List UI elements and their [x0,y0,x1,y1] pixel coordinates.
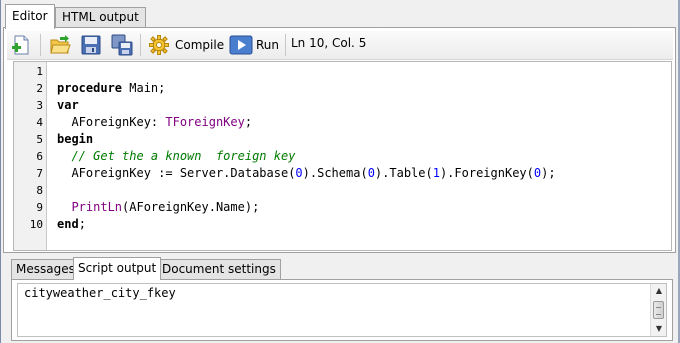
code-token: ).Table( [374,166,433,180]
line-number: 10 [29,218,43,231]
scroll-down-arrow-icon[interactable]: ▼ [651,322,667,336]
toolbar-separator [140,34,141,56]
tab-editor[interactable]: Editor [5,4,55,29]
open-folder-icon [49,34,71,56]
tab-html-output[interactable]: HTML output [55,7,146,28]
code-token: (AForeignKey.Name); [122,200,260,214]
code-token: 0 [295,166,303,180]
toolbar-separator [285,34,286,56]
code-editor[interactable]: 1 2 3 4 5 6 7 8 9 10 procedure Main; var AForeignK… [13,61,672,251]
line-number: 8 [36,184,43,197]
code-line: begin [57,131,93,148]
code-token: 0 [367,166,375,180]
save-all-icon [111,34,133,56]
save-all-button[interactable] [111,33,133,57]
line-number: 6 [36,150,43,163]
code-line: AForeignKey := Server.Database(0).Schema… [57,165,556,182]
code-token: TForeignKey [165,115,245,129]
scroll-thumb[interactable] [653,301,664,319]
open-button[interactable] [49,33,71,57]
play-icon [229,34,253,56]
application-window: Editor HTML output Compile Run Ln 10, Co… [0,0,680,343]
cursor-position: Ln 10, Col. 5 [291,36,367,50]
line-number: 2 [36,82,43,95]
code-token: procedure [57,81,123,95]
code-token: ; [244,115,253,129]
code-token: end [57,217,79,231]
code-token: ).ForeignKey( [439,166,534,180]
save-button[interactable] [80,33,102,57]
code-line: end; [57,216,86,233]
run-button[interactable]: Run [229,33,279,57]
code-token: ; [78,217,86,231]
tab-document-settings[interactable]: Document settings [157,259,281,279]
output-scrollbar[interactable]: ▲ ▼ [650,284,666,336]
save-icon [80,34,102,56]
code-line: procedure Main; [57,80,165,97]
tab-script-output[interactable]: Script output [73,257,162,280]
compile-button[interactable]: Compile [148,33,224,57]
code-token: PrintLn [71,200,123,214]
new-button[interactable] [10,33,32,57]
line-number: 5 [36,133,43,146]
script-output-box[interactable]: cityweather_city_fkey ▲ ▼ [17,283,667,337]
code-token: begin [57,132,94,146]
new-document-icon [10,34,32,56]
gear-icon [148,34,170,56]
code-token: // Get the a known foreign key [57,149,296,163]
line-number: 7 [36,167,43,180]
line-number: 3 [36,99,43,112]
code-line: PrintLn(AForeignKey.Name); [57,199,259,216]
line-number: 4 [36,116,43,129]
tab-messages[interactable]: Messages [11,259,80,279]
toolbar-separator [40,34,41,56]
script-output-text: cityweather_city_fkey [24,286,176,300]
line-number: 1 [36,65,43,78]
code-token: var [57,98,79,112]
scroll-up-arrow-icon[interactable]: ▲ [651,284,667,298]
code-token: 1 [432,166,440,180]
compile-label: Compile [175,38,225,52]
code-line: // Get the a known foreign key [57,148,295,165]
line-number: 9 [36,201,43,214]
code-token: Main; [122,81,166,95]
code-line: var [57,97,79,114]
code-line: AForeignKey: TForeignKey; [57,114,252,131]
run-label: Run [256,38,280,52]
code-token: AForeignKey := Server.Database( [57,166,296,180]
code-token: AForeignKey: [57,115,166,129]
code-token: ).Schema( [302,166,368,180]
code-token: ); [541,166,556,180]
